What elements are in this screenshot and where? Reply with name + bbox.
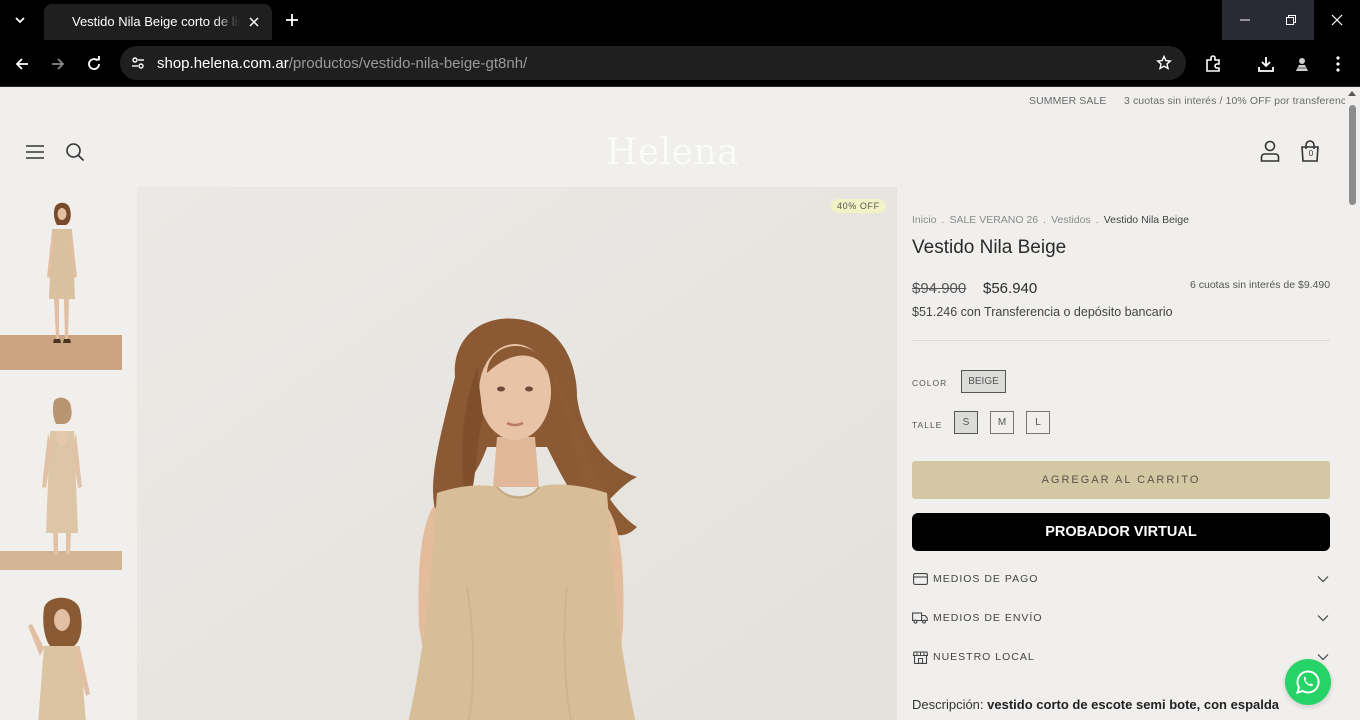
breadcrumb-item-inicio[interactable]: Inicio: [912, 214, 937, 226]
scroll-up-arrow-icon[interactable]: [1348, 91, 1356, 96]
cart-count: 0: [1308, 149, 1314, 158]
breadcrumb-separator: .: [1043, 214, 1047, 226]
size-option-s[interactable]: S: [954, 411, 978, 434]
description-label: Descripción:: [912, 697, 984, 712]
tab-search-chevron-icon[interactable]: [0, 0, 40, 40]
browser-tab-bar: Vestido Nila Beige corto de lino: [0, 0, 1360, 40]
reload-icon[interactable]: [80, 50, 108, 78]
window-close-icon[interactable]: [1314, 0, 1360, 40]
product-thumbnail-3[interactable]: [0, 584, 122, 720]
accordion-label: MEDIOS DE ENVÍO: [933, 612, 1043, 624]
price-divider: [912, 340, 1330, 341]
url-host: shop.helena.com.ar: [157, 55, 289, 72]
accordion-shipping-methods[interactable]: MEDIOS DE ENVÍO: [912, 609, 1330, 629]
promo-installments: 3 cuotas sin interés / 10% OFF por trans…: [1124, 95, 1355, 107]
search-icon[interactable]: [64, 141, 86, 163]
page-scrollbar[interactable]: [1345, 87, 1360, 720]
tab-close-icon[interactable]: [244, 12, 264, 32]
breadcrumb-item-vestidos[interactable]: Vestidos: [1051, 214, 1091, 226]
whatsapp-icon: [1296, 670, 1320, 694]
profile-avatar-icon[interactable]: [1290, 52, 1314, 76]
original-price: $94.900: [912, 280, 967, 297]
product-title: Vestido Nila Beige: [912, 237, 1067, 258]
storefront-icon: [912, 650, 928, 664]
browser-menu-dots-icon[interactable]: [1326, 52, 1350, 76]
discount-badge: 40% OFF: [831, 199, 886, 213]
browser-tab[interactable]: Vestido Nila Beige corto de lino: [44, 4, 272, 40]
product-thumbnail-2[interactable]: [0, 387, 122, 570]
color-option-beige[interactable]: BEIGE: [961, 370, 1006, 393]
promo-summer-sale: SUMMER SALE: [1029, 95, 1107, 107]
accordion-our-store[interactable]: NUESTRO LOCAL: [912, 648, 1330, 668]
url-path: /productos/vestido-nila-beige-gt8nh/: [288, 55, 528, 72]
chevron-down-icon: [1316, 572, 1330, 586]
color-label: COLOR: [912, 378, 948, 388]
size-label: TALLE: [912, 420, 943, 430]
new-tab-plus-icon[interactable]: [280, 8, 304, 32]
accordion-label: MEDIOS DE PAGO: [933, 573, 1039, 585]
breadcrumb-separator: .: [941, 214, 945, 226]
web-page: SUMMER SALE 3 cuotas sin interés / 10% O…: [0, 87, 1360, 720]
breadcrumb: Inicio. SALE VERANO 26. Vestidos. Vestido N…: [912, 214, 1189, 226]
window-restore-icon[interactable]: [1268, 0, 1314, 40]
download-icon[interactable]: [1254, 52, 1278, 76]
address-bar[interactable]: shop.helena.com.ar/productos/vestido-nil…: [120, 46, 1186, 80]
product-main-image[interactable]: [137, 187, 897, 720]
add-to-cart-button[interactable]: AGREGAR AL CARRITO: [912, 461, 1330, 499]
credit-card-icon: [912, 572, 928, 586]
breadcrumb-item-sale[interactable]: SALE VERANO 26: [949, 214, 1038, 226]
product-thumbnail-1[interactable]: [0, 187, 122, 370]
tab-favicon-icon: [56, 14, 70, 28]
breadcrumb-item-current: Vestido Nila Beige: [1103, 214, 1189, 226]
installments-info: 6 cuotas sin interés de $9.490: [1190, 279, 1331, 291]
hamburger-menu-icon[interactable]: [24, 141, 46, 163]
whatsapp-chat-button[interactable]: [1285, 659, 1331, 705]
account-user-icon[interactable]: [1259, 140, 1281, 162]
bookmark-star-icon[interactable]: [1154, 53, 1174, 73]
browser-toolbar: shop.helena.com.ar/productos/vestido-nil…: [0, 40, 1360, 87]
scrollbar-thumb[interactable]: [1349, 105, 1356, 205]
url-text: shop.helena.com.ar/productos/vestido-nil…: [157, 55, 527, 72]
store-logo[interactable]: Helena: [606, 132, 739, 173]
product-description: Descripción: vestido corto de escote sem…: [912, 694, 1332, 720]
tab-title: Vestido Nila Beige corto de lino: [72, 14, 240, 29]
chevron-down-icon: [1316, 611, 1330, 625]
size-option-l[interactable]: L: [1026, 411, 1050, 434]
transfer-price: $51.246 con Transferencia o depósito ban…: [912, 305, 1173, 319]
window-minimize-icon[interactable]: [1222, 0, 1268, 40]
accordion-payment-methods[interactable]: MEDIOS DE PAGO: [912, 570, 1330, 590]
virtual-fitting-button[interactable]: PROBADOR VIRTUAL: [912, 513, 1330, 551]
site-info-tune-icon[interactable]: [128, 53, 148, 73]
extensions-puzzle-icon[interactable]: [1201, 52, 1225, 76]
forward-arrow-icon[interactable]: [44, 50, 72, 78]
breadcrumb-separator: .: [1095, 214, 1099, 226]
back-arrow-icon[interactable]: [8, 50, 36, 78]
sale-price: $56.940: [983, 280, 1038, 297]
truck-icon: [912, 611, 928, 625]
size-option-m[interactable]: M: [990, 411, 1014, 434]
accordion-label: NUESTRO LOCAL: [933, 651, 1035, 663]
